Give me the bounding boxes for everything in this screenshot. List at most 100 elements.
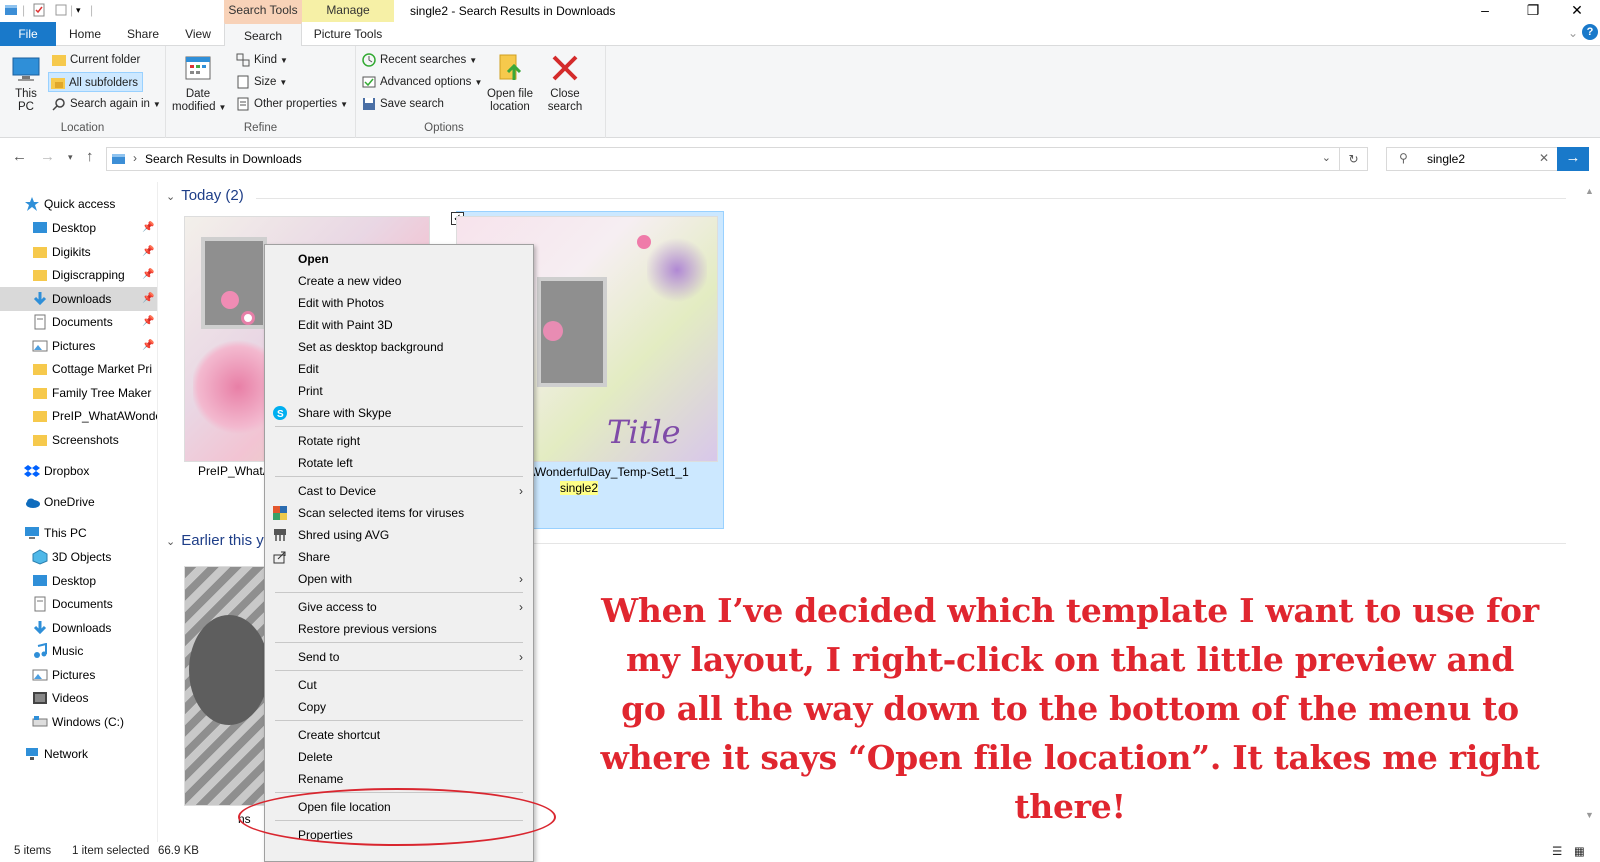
address-dropdown-icon[interactable]: ⌄ <box>1322 151 1331 164</box>
menu-item-copy[interactable]: Copy <box>265 696 533 718</box>
restore-icon[interactable]: ❐ <box>1510 0 1556 22</box>
menu-item-print[interactable]: Print <box>265 380 533 402</box>
file-name[interactable]: tAWonderfulDay_Temp-Set1_1 <box>524 465 689 479</box>
sidebar-item-screenshots[interactable]: Screenshots <box>0 428 157 452</box>
menu-item-share[interactable]: Share <box>265 546 533 568</box>
sidebar-item-pc-desktop[interactable]: Desktop <box>0 569 157 593</box>
new-folder-icon[interactable] <box>54 3 68 20</box>
menu-item-edit[interactable]: Edit <box>265 358 533 380</box>
scroll-up-icon[interactable]: ▲ <box>1585 186 1594 196</box>
menu-item-send-to[interactable]: Send to › <box>265 646 533 668</box>
nav-network[interactable]: Network <box>0 742 157 766</box>
breadcrumb-chevron-icon[interactable]: › <box>133 151 137 165</box>
tab-view[interactable]: View <box>172 22 224 46</box>
other-properties-button[interactable]: Other properties ▼ <box>234 94 348 114</box>
ribbon-expand-icon[interactable]: ⌄ <box>1568 26 1578 40</box>
close-icon[interactable]: ✕ <box>1554 0 1600 22</box>
nav-onedrive[interactable]: OneDrive <box>0 490 157 514</box>
forward-arrow-icon[interactable]: → <box>40 148 55 165</box>
tab-picture-tools[interactable]: Picture Tools <box>302 22 394 46</box>
menu-item-rename[interactable]: Rename <box>265 768 533 790</box>
menu-item-create-a-new-video[interactable]: Create a new video <box>265 270 533 292</box>
open-file-location-button[interactable]: Open file location <box>482 52 538 114</box>
help-icon[interactable]: ? <box>1582 24 1598 40</box>
search-input[interactable]: ⚲ single2 ✕ <box>1386 147 1558 171</box>
nav-quick-access[interactable]: Quick access <box>0 192 157 216</box>
save-search-button[interactable]: Save search <box>360 94 444 114</box>
collapse-chevron-icon[interactable]: ⌄ <box>166 191 175 203</box>
menu-item-rotate-right[interactable]: Rotate right <box>265 430 533 452</box>
sidebar-item-pc-windows-c-[interactable]: Windows (C:) <box>0 710 157 734</box>
menu-item-delete[interactable]: Delete <box>265 746 533 768</box>
chevron-right-icon: › <box>519 650 523 664</box>
menu-item-cut[interactable]: Cut <box>265 674 533 696</box>
properties-icon[interactable] <box>32 3 46 20</box>
sidebar-item-pc-music[interactable]: Music <box>0 639 157 663</box>
all-subfolders-button[interactable]: All subfolders <box>48 72 144 92</box>
menu-item-restore-previous-versions[interactable]: Restore previous versions <box>265 618 533 640</box>
tab-home[interactable]: Home <box>56 22 114 46</box>
group-header-today[interactable]: ⌄ Today (2) <box>166 187 1566 204</box>
sidebar-item-documents[interactable]: Documents 📌 <box>0 310 157 334</box>
search-go-button[interactable]: → <box>1557 147 1589 171</box>
menu-item-give-access-to[interactable]: Give access to › <box>265 596 533 618</box>
sidebar-item-pc-downloads[interactable]: Downloads <box>0 616 157 640</box>
minimize-icon[interactable]: – <box>1462 0 1508 22</box>
menu-item-create-shortcut[interactable]: Create shortcut <box>265 724 533 746</box>
group-header-earlier[interactable]: ⌄ Earlier this y <box>166 532 1566 549</box>
sidebar-item-preip-whatawonde[interactable]: PreIP_WhatAWonde <box>0 404 157 428</box>
sidebar-item-pc-pictures[interactable]: Pictures <box>0 663 157 687</box>
advanced-options-button[interactable]: Advanced options ▼ <box>360 72 482 92</box>
collapse-chevron-icon[interactable]: ⌄ <box>166 536 175 548</box>
menu-item-open[interactable]: Open <box>265 248 533 270</box>
tab-search[interactable]: Search <box>224 22 302 47</box>
scroll-down-icon[interactable]: ▼ <box>1585 810 1594 820</box>
tab-share[interactable]: Share <box>114 22 172 46</box>
sidebar-item-pictures[interactable]: Pictures 📌 <box>0 334 157 358</box>
sidebar-item-pc-3d-objects[interactable]: 3D Objects <box>0 545 157 569</box>
sidebar-item-digiscrapping[interactable]: Digiscrapping 📌 <box>0 263 157 287</box>
kind-button[interactable]: Kind ▼ <box>234 50 288 70</box>
nav-this-pc[interactable]: This PC <box>0 521 157 545</box>
sidebar-item-pc-videos[interactable]: Videos <box>0 686 157 710</box>
clear-search-icon[interactable]: ✕ <box>1539 151 1549 165</box>
details-view-icon[interactable]: ☰ <box>1552 844 1562 858</box>
flower-icon <box>221 291 239 309</box>
file-name[interactable]: PreIP_WhatA <box>198 464 271 478</box>
menu-item-edit-with-paint-3d[interactable]: Edit with Paint 3D <box>265 314 533 336</box>
menu-item-rotate-left[interactable]: Rotate left <box>265 452 533 474</box>
sidebar-item-digikits[interactable]: Digikits 📌 <box>0 240 157 264</box>
back-arrow-icon[interactable]: ← <box>12 148 27 165</box>
size-button[interactable]: Size ▼ <box>234 72 287 92</box>
this-pc-button[interactable]: This PC <box>6 52 46 114</box>
close-search-button[interactable]: Close search <box>542 52 588 114</box>
sidebar-item-family-tree-maker[interactable]: Family Tree Maker <box>0 381 157 405</box>
current-folder-button[interactable]: Current folder <box>50 50 140 70</box>
vertical-scrollbar[interactable]: ▲ ▼ <box>1580 182 1600 842</box>
menu-item-share-with-skype[interactable]: S Share with Skype <box>265 402 533 424</box>
customize-toolbar-icon[interactable]: ▾ <box>76 5 81 16</box>
menu-item-set-as-desktop-background[interactable]: Set as desktop background <box>265 336 533 358</box>
sidebar-item-downloads[interactable]: Downloads 📌 <box>0 286 157 311</box>
menu-item-label: Rotate left <box>298 456 353 470</box>
address-bar[interactable]: › Search Results in Downloads ⌄ ↻ <box>106 147 1368 171</box>
sidebar-item-desktop[interactable]: Desktop 📌 <box>0 216 157 240</box>
sidebar-item-cottage-market-pri[interactable]: Cottage Market Pri <box>0 357 157 381</box>
date-modified-button[interactable]: Date modified ▼ <box>172 52 226 114</box>
recent-searches-button[interactable]: Recent searches ▼ <box>360 50 477 70</box>
tab-file[interactable]: File <box>0 22 56 46</box>
nav-dropbox[interactable]: Dropbox <box>0 459 157 483</box>
file-thumbnail[interactable] <box>184 566 269 806</box>
recent-locations-chevron-icon[interactable]: ▾ <box>68 152 73 163</box>
menu-item-open-with[interactable]: Open with › <box>265 568 533 590</box>
menu-item-scan-selected-items-for-viruses[interactable]: Scan selected items for viruses <box>265 502 533 524</box>
up-arrow-icon[interactable]: ↑ <box>86 148 94 165</box>
search-again-in-button[interactable]: Search again in ▼ <box>50 94 161 114</box>
sidebar-item-pc-documents[interactable]: Documents <box>0 592 157 616</box>
explorer-app-icon[interactable] <box>4 3 18 20</box>
menu-item-cast-to-device[interactable]: Cast to Device › <box>265 480 533 502</box>
refresh-icon[interactable]: ↻ <box>1339 148 1367 170</box>
menu-item-edit-with-photos[interactable]: Edit with Photos <box>265 292 533 314</box>
menu-item-shred-using-avg[interactable]: Shred using AVG <box>265 524 533 546</box>
large-icons-view-icon[interactable]: ▦ <box>1574 844 1585 858</box>
